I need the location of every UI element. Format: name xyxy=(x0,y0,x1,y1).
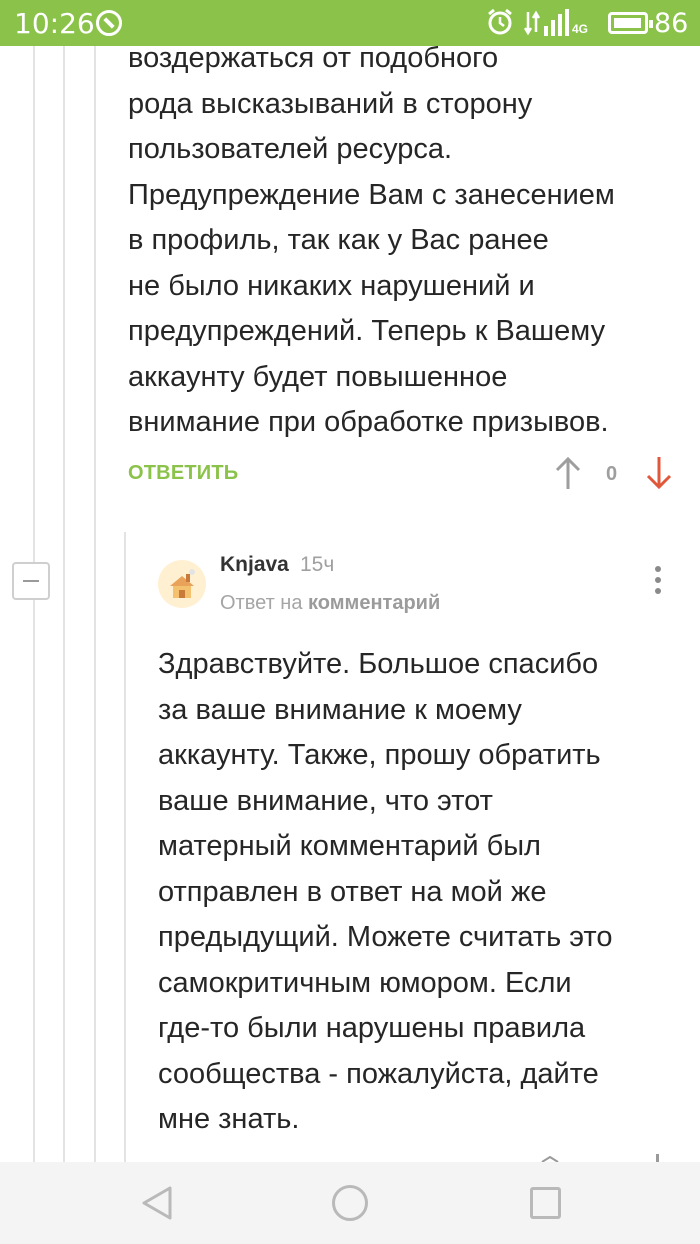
more-options-icon[interactable] xyxy=(652,566,664,600)
downvote-arrow-icon[interactable] xyxy=(646,455,672,491)
thread-line xyxy=(94,46,96,1162)
thread-line xyxy=(33,46,35,1162)
signal-icon xyxy=(524,9,569,36)
reply-to-prefix: Ответ на xyxy=(220,592,303,614)
alarm-icon xyxy=(488,8,512,35)
reply-to-link[interactable]: Ответ на комментарий xyxy=(220,592,440,615)
reply-button[interactable]: ОТВЕТИТЬ xyxy=(128,462,238,485)
author-name[interactable]: Knjava xyxy=(220,553,289,577)
back-icon[interactable] xyxy=(140,1184,174,1222)
thread-line xyxy=(124,532,126,1162)
status-time: 10:26 xyxy=(14,7,95,40)
comment-time: 15ч xyxy=(300,553,335,576)
recent-apps-icon[interactable] xyxy=(530,1187,561,1219)
avatar[interactable] xyxy=(158,560,206,608)
parent-comment-text: воздержаться от подобного рода высказыва… xyxy=(128,42,615,438)
collapse-thread-button[interactable] xyxy=(12,562,50,600)
upvote-arrow-icon[interactable] xyxy=(555,455,581,491)
battery-icon xyxy=(608,12,653,34)
battery-level: 86 xyxy=(654,8,689,39)
home-icon[interactable] xyxy=(332,1185,368,1221)
do-not-disturb-icon xyxy=(96,10,122,36)
thread-line xyxy=(63,46,65,1162)
reply-comment-text: Здравствуйте. Большое спасибо за ваше вн… xyxy=(158,648,613,1135)
house-avatar-icon xyxy=(158,560,206,608)
partial-icon xyxy=(656,1154,659,1162)
navigation-bar xyxy=(0,1162,700,1244)
rating-count: 0 xyxy=(606,463,618,485)
reply-to-target[interactable]: комментарий xyxy=(308,592,440,614)
network-type: 4G xyxy=(572,22,589,36)
